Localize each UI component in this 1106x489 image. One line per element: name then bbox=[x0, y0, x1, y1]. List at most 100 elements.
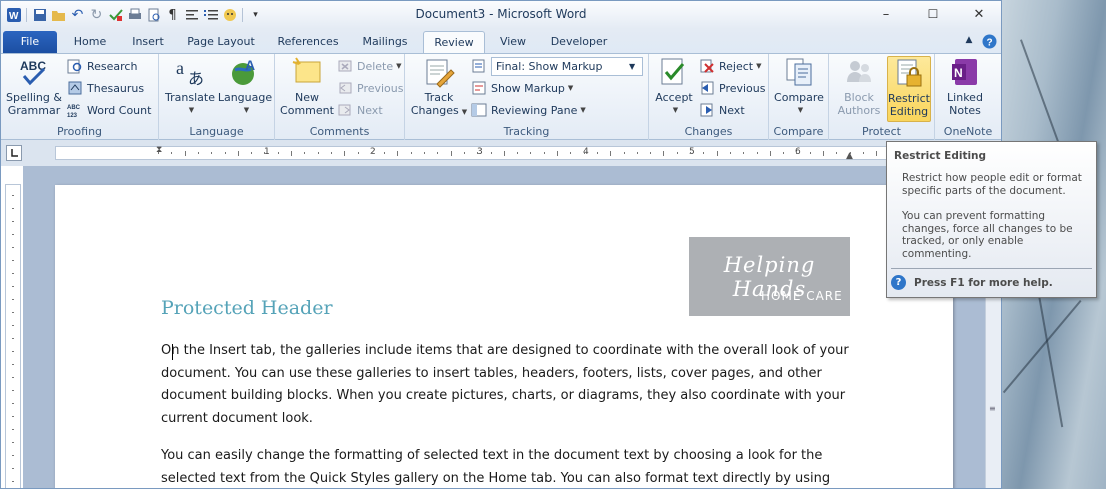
reviewing-pane-button[interactable]: Reviewing Pane ▼ bbox=[471, 100, 586, 120]
delete-comment-icon bbox=[337, 58, 353, 74]
tab-file[interactable]: File bbox=[3, 31, 57, 53]
language-button[interactable]: A Language ▼ bbox=[217, 56, 273, 117]
ruler-tick bbox=[264, 152, 266, 154]
paragraph-1[interactable]: On the Insert tab, the galleries include… bbox=[161, 340, 851, 430]
next-change-button[interactable]: Next bbox=[699, 100, 745, 120]
ruler-tick bbox=[729, 152, 731, 154]
show-markup-icon bbox=[471, 80, 487, 96]
ruler-tick bbox=[184, 151, 186, 156]
vertical-ruler-tick bbox=[12, 299, 14, 300]
ruler-tick bbox=[543, 152, 545, 154]
save-icon[interactable] bbox=[30, 5, 49, 25]
accept-button[interactable]: Accept ▼ bbox=[651, 56, 697, 117]
group-compare: Compare ▼ Compare bbox=[769, 54, 829, 140]
restrict-editing-label-1: Restrict bbox=[888, 92, 930, 105]
ruler-tick bbox=[463, 152, 465, 154]
restrict-editing-button[interactable]: Restrict Editing bbox=[887, 56, 931, 122]
svg-text:123: 123 bbox=[67, 113, 78, 118]
tab-developer[interactable]: Developer bbox=[543, 31, 615, 53]
reviewing-pane-label: Reviewing Pane bbox=[491, 103, 578, 117]
group-changes: Accept ▼ Reject ▼ Previous Next Changes bbox=[649, 54, 769, 140]
ruler-tick bbox=[384, 152, 386, 154]
display-mode-value: Final: Show Markup bbox=[491, 56, 643, 76]
spelling-label-1: Spelling & bbox=[6, 91, 62, 104]
document-page[interactable]: Helping Hands HOME CARE Protected Header… bbox=[55, 185, 953, 488]
previous-comment-button[interactable]: Previous bbox=[337, 78, 404, 98]
word-app-icon[interactable]: W bbox=[4, 5, 23, 25]
ribbon-tabs: File Home Insert Page Layout References … bbox=[1, 29, 1001, 53]
tab-insert[interactable]: Insert bbox=[121, 31, 175, 53]
track-changes-icon bbox=[423, 56, 455, 88]
tab-references[interactable]: References bbox=[267, 31, 349, 53]
tab-mailings[interactable]: Mailings bbox=[353, 31, 417, 53]
reject-button[interactable]: Reject ▼ bbox=[699, 56, 762, 76]
customize-icon[interactable] bbox=[220, 5, 239, 25]
display-mode-dropdown-icon[interactable]: ▼ bbox=[629, 62, 635, 71]
word-count-button[interactable]: ABC 123 Word Count bbox=[67, 100, 151, 120]
ribbon: ABC Spelling & Grammar Research Thesauru… bbox=[1, 53, 1001, 140]
ruler-tick bbox=[876, 151, 878, 156]
show-markup-button[interactable]: Show Markup ▼ bbox=[471, 78, 573, 98]
close-button[interactable]: ✕ bbox=[956, 1, 1001, 27]
compare-label: Compare bbox=[774, 91, 824, 104]
vertical-ruler-tick bbox=[12, 468, 14, 469]
vertical-ruler-tick bbox=[12, 247, 14, 248]
quick-access-menu-icon[interactable]: ▾ bbox=[246, 5, 265, 25]
numbering-icon[interactable] bbox=[201, 5, 220, 25]
spelling-icon[interactable] bbox=[106, 5, 125, 25]
ruler-tick bbox=[197, 152, 199, 154]
ruler-tick bbox=[836, 152, 838, 154]
next-comment-label: Next bbox=[357, 103, 383, 117]
block-authors-button[interactable]: Block Authors bbox=[833, 56, 885, 117]
undo-icon[interactable]: ↶ bbox=[68, 5, 87, 25]
paragraph-marks-icon[interactable]: ¶ bbox=[163, 5, 182, 25]
research-label: Research bbox=[87, 59, 138, 73]
linked-notes-button[interactable]: N Linked Notes bbox=[939, 56, 991, 117]
tab-page-layout[interactable]: Page Layout bbox=[181, 31, 261, 53]
thesaurus-icon bbox=[67, 80, 83, 96]
print-icon[interactable] bbox=[125, 5, 144, 25]
vertical-ruler[interactable] bbox=[5, 184, 21, 488]
restrict-editing-lock-icon bbox=[893, 57, 925, 89]
next-comment-button[interactable]: Next bbox=[337, 100, 383, 120]
delete-comment-button[interactable]: Delete ▼ bbox=[337, 56, 402, 76]
ruler-tick bbox=[410, 152, 412, 154]
ruler-tick bbox=[823, 151, 824, 156]
research-button[interactable]: Research bbox=[67, 56, 137, 76]
spelling-grammar-button[interactable]: ABC Spelling & Grammar bbox=[5, 56, 63, 117]
ruler-tick bbox=[503, 151, 505, 156]
restrict-editing-label-2: Editing bbox=[889, 105, 929, 118]
compare-button[interactable]: Compare ▼ bbox=[773, 56, 825, 117]
open-icon[interactable] bbox=[49, 5, 68, 25]
display-for-review-select[interactable]: Final: Show Markup ▼ bbox=[471, 56, 649, 76]
ruler-tick bbox=[809, 152, 811, 154]
print-preview-icon[interactable] bbox=[144, 5, 163, 25]
horizontal-ruler[interactable]: ⧗ 1 2 3 4 5 6 ▲ bbox=[55, 145, 955, 161]
help-icon[interactable]: ? bbox=[981, 31, 997, 53]
tab-selector-icon[interactable] bbox=[6, 145, 22, 161]
tab-view[interactable]: View bbox=[489, 31, 537, 53]
ruler-tick bbox=[743, 152, 745, 154]
vertical-ruler-tick bbox=[12, 481, 14, 482]
left-indent-marker[interactable]: ⧗ bbox=[156, 145, 162, 155]
paragraph-2[interactable]: You can easily change the formatting of … bbox=[161, 445, 851, 488]
tab-home[interactable]: Home bbox=[63, 31, 117, 53]
ruler-tick bbox=[357, 152, 359, 154]
minimize-ribbon-icon[interactable]: ▲ bbox=[961, 31, 977, 53]
track-changes-button[interactable]: Track Changes ▼ bbox=[409, 56, 469, 119]
translate-button[interactable]: aあ Translate ▼ bbox=[163, 56, 217, 117]
maximize-button[interactable]: ☐ bbox=[910, 1, 956, 27]
thesaurus-button[interactable]: Thesaurus bbox=[67, 78, 144, 98]
ruler-tick bbox=[703, 152, 705, 154]
tooltip-divider bbox=[891, 268, 1092, 269]
scroll-thumb-grip-icon[interactable]: ≡ bbox=[989, 404, 998, 413]
ruler-tick bbox=[304, 152, 306, 154]
align-icon[interactable] bbox=[182, 5, 201, 25]
tab-review[interactable]: Review bbox=[423, 31, 485, 53]
minimize-button[interactable]: – bbox=[863, 1, 909, 27]
previous-change-button[interactable]: Previous bbox=[699, 78, 766, 98]
new-comment-button[interactable]: New Comment bbox=[279, 56, 335, 117]
redo-icon[interactable]: ↻ bbox=[87, 5, 106, 25]
ruler-tick bbox=[796, 152, 798, 154]
protected-header[interactable]: Protected Header bbox=[161, 297, 333, 319]
